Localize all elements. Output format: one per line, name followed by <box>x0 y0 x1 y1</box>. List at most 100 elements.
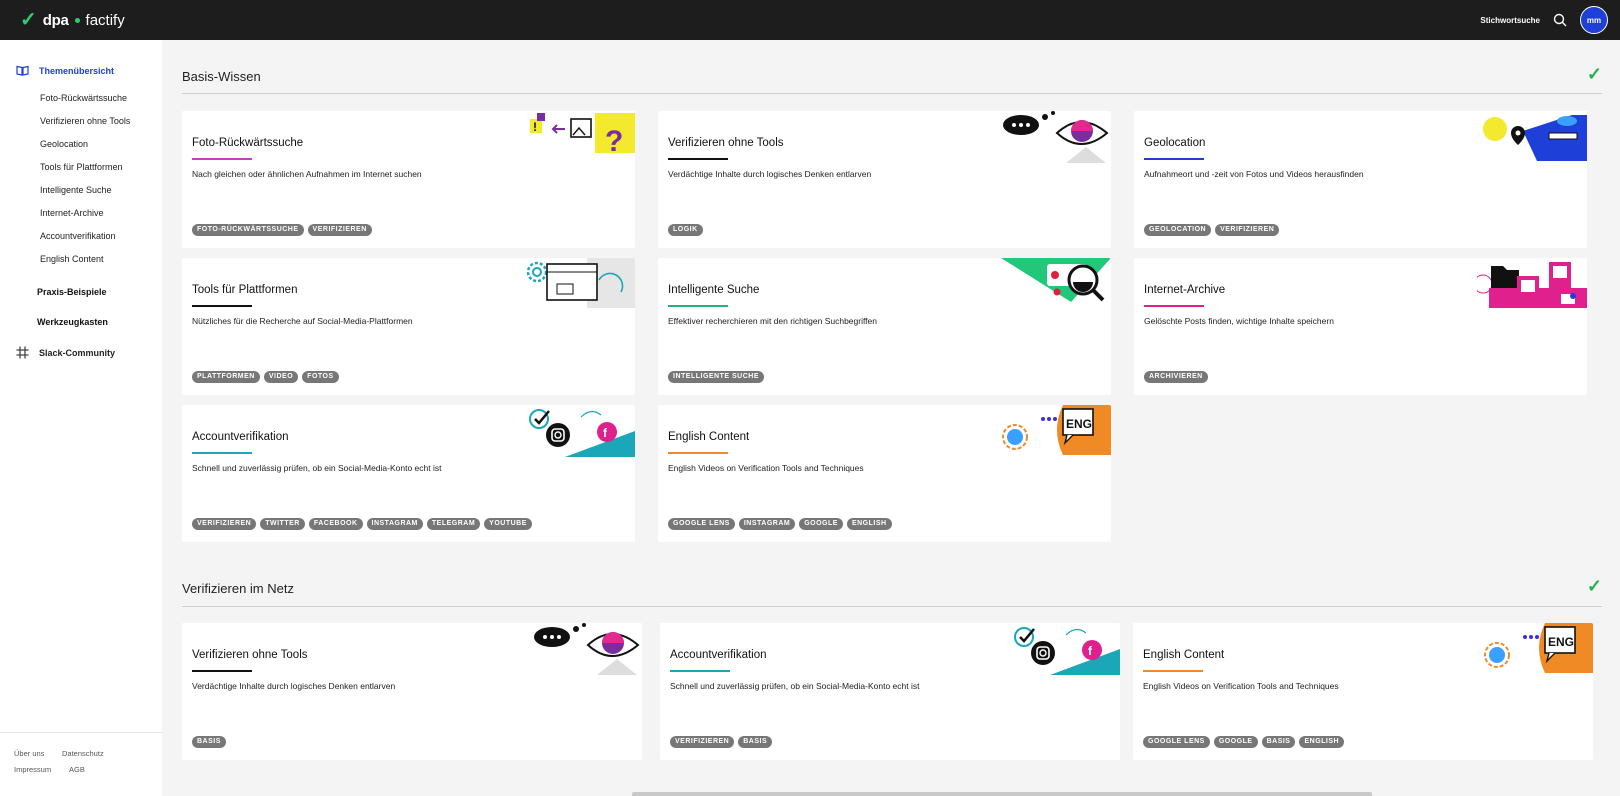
card-tags: INTELLIGENTE SUCHE <box>668 371 765 383</box>
tag-badge[interactable]: VIDEO <box>263 371 299 383</box>
tag-badge[interactable]: VERIFIZIEREN <box>307 224 372 236</box>
card-title: English Content <box>668 431 750 443</box>
card-tags: GOOGLE LENS INSTAGRAM GOOGLE ENGLISH <box>668 518 892 530</box>
top-bar: ✓ dpa factify Stichwortsuche mm <box>0 0 1620 40</box>
topic-card[interactable]: f Accountverifikation Schnell und zuverläs… <box>182 405 635 542</box>
sidebar-item-werkzeugkasten[interactable]: Werkzeugkasten <box>0 311 124 333</box>
tag-badge[interactable]: GOOGLE LENS <box>1143 736 1210 748</box>
tag-badge[interactable]: ARCHIVIEREN <box>1144 371 1208 383</box>
tag-badge[interactable]: FOTOS <box>302 371 339 383</box>
card-description: Schnell und zuverlässig prüfen, ob ein S… <box>670 681 920 691</box>
sidebar-subitem-tools-fuer-plattformen[interactable]: Tools für Plattformen <box>40 162 123 172</box>
sidebar-item-label: Praxis-Beispiele <box>37 287 107 297</box>
tag-badge[interactable]: GOOGLE <box>1213 736 1258 748</box>
tag-badge[interactable]: LOGIK <box>668 224 703 236</box>
sidebar-subitem-foto-rueckwaertssuche[interactable]: Foto-Rückwärtssuche <box>40 93 127 103</box>
tag-badge[interactable]: ENGLISH <box>1299 736 1345 748</box>
footer-link-impressum[interactable]: Impressum <box>14 765 51 774</box>
tag-badge[interactable]: FACEBOOK <box>308 518 363 530</box>
keyword-search-button[interactable]: Stichwortsuche <box>1480 16 1540 25</box>
tag-badge[interactable]: ENGLISH <box>846 518 892 530</box>
topic-card[interactable]: Geolocation Aufnahmeort und -zeit von Fot… <box>1134 111 1587 248</box>
card-title-underline <box>192 452 252 454</box>
card-title: Intelligente Suche <box>668 284 760 296</box>
tag-badge[interactable]: GOOGLE <box>799 518 843 530</box>
tag-badge[interactable]: VERIFIZIEREN <box>1215 224 1280 236</box>
instagram-icon: f <box>525 405 635 465</box>
sidebar-item-praxis-beispiele[interactable]: Praxis-Beispiele <box>0 281 123 303</box>
card-title: Internet-Archive <box>1144 284 1226 296</box>
sidebar-subitem-english-content[interactable]: English Content <box>40 254 104 264</box>
sidebar-subitem-accountverifikation[interactable]: Accountverifikation <box>40 231 116 241</box>
eng-speech-icon: ENG <box>1001 405 1111 465</box>
logo-factify-text: factify <box>85 11 125 29</box>
tag-badge[interactable]: GOOGLE LENS <box>668 518 735 530</box>
topic-card[interactable]: Intelligente Suche Effektiver recherchier… <box>658 258 1111 395</box>
tag-badge[interactable]: INSTAGRAM <box>366 518 423 530</box>
tag-badge[interactable]: VERIFIZIEREN <box>670 736 735 748</box>
card-description: Schnell und zuverlässig prüfen, ob ein S… <box>192 463 442 473</box>
sidebar-subitem-verifizieren-ohne-tools[interactable]: Verifizieren ohne Tools <box>40 116 130 126</box>
footer-link-agb[interactable]: AGB <box>69 765 85 774</box>
search-icon[interactable] <box>1552 12 1568 28</box>
topic-card[interactable]: ENG English Content English Videos on Veri… <box>658 405 1111 542</box>
magnifier-icon <box>1001 258 1111 318</box>
card-tags: BASIS <box>192 736 226 748</box>
topic-card[interactable]: !? Foto-Rückwärtssuche Nach gleichen oder … <box>182 111 635 248</box>
card-description: Verdächtige Inhalte durch logisches Denk… <box>192 681 396 691</box>
topic-card[interactable]: f Accountverifikation Schnell und zuverläs… <box>660 623 1120 760</box>
main-content: Basis-Wissen ✓ Verifizieren im Netz ✓ !?… <box>162 40 1620 796</box>
card-title: English Content <box>1143 649 1225 661</box>
card-title-underline <box>1144 305 1204 307</box>
card-title-underline <box>192 305 252 307</box>
tag-badge[interactable]: GEOLOCATION <box>1144 224 1212 236</box>
card-title: Accountverifikation <box>192 431 289 443</box>
footer-link-datenschutz[interactable]: Datenschutz <box>62 749 104 758</box>
card-title-underline <box>668 158 728 160</box>
tag-badge[interactable]: BASIS <box>738 736 773 748</box>
section-divider <box>182 93 1602 94</box>
card-title-underline <box>668 305 728 307</box>
tag-badge[interactable]: BASIS <box>192 736 226 748</box>
card-description: Gelöschte Posts finden, wichtige Inhalte… <box>1144 316 1334 326</box>
horizontal-scrollbar[interactable] <box>632 792 1372 796</box>
tag-badge[interactable]: PLATTFORMEN <box>192 371 260 383</box>
tag-badge[interactable]: YOUTUBE <box>484 518 532 530</box>
tag-badge[interactable]: VERIFIZIEREN <box>192 518 257 530</box>
card-description: Effektiver recherchieren mit den richtig… <box>668 316 877 326</box>
card-title-underline <box>192 158 252 160</box>
tag-badge[interactable]: TWITTER <box>260 518 305 530</box>
tag-badge[interactable]: BASIS <box>1261 736 1296 748</box>
dpa-factify-logo[interactable]: ✓ dpa factify <box>20 10 125 30</box>
sidebar-item-themenuebersicht[interactable]: Themenübersicht <box>0 60 130 82</box>
topic-card[interactable]: Verifizieren ohne Tools Verdächtige Inhal… <box>182 623 642 760</box>
sidebar-subitem-geolocation[interactable]: Geolocation <box>40 139 88 149</box>
eye-icon <box>1001 111 1111 171</box>
tag-badge[interactable]: TELEGRAM <box>426 518 481 530</box>
sidebar-footer: Über uns Datenschutz Impressum AGB <box>0 732 162 796</box>
sidebar-subitem-internet-archive[interactable]: Internet-Archive <box>40 208 104 218</box>
footer-link-ueber-uns[interactable]: Über uns <box>14 749 44 758</box>
slack-icon <box>16 345 29 361</box>
tag-badge[interactable]: INSTAGRAM <box>738 518 796 530</box>
sidebar-item-slack-community[interactable]: Slack-Community <box>0 342 131 364</box>
card-description: English Videos on Verification Tools and… <box>1143 681 1339 691</box>
tag-badge[interactable]: FOTO-RÜCKWÄRTSSUCHE <box>192 224 304 236</box>
section-title: Verifizieren im Netz <box>182 581 294 596</box>
tag-badge[interactable]: INTELLIGENTE SUCHE <box>668 371 765 383</box>
book-icon <box>16 65 29 78</box>
card-tags: FOTO-RÜCKWÄRTSSUCHE VERIFIZIEREN <box>192 224 372 236</box>
eng-speech-icon: ENG <box>1483 623 1593 683</box>
card-title: Foto-Rückwärtssuche <box>192 137 304 149</box>
topic-card[interactable]: ENG English Content English Videos on Veri… <box>1133 623 1593 760</box>
topic-card[interactable]: Verifizieren ohne Tools Verdächtige Inhal… <box>658 111 1111 248</box>
user-avatar[interactable]: mm <box>1580 6 1608 34</box>
topic-card[interactable]: Tools für Plattformen Nützliches für die … <box>182 258 635 395</box>
card-title: Verifizieren ohne Tools <box>192 649 308 661</box>
location-pin-icon <box>1477 111 1587 171</box>
card-description: Nützliches für die Recherche auf Social-… <box>192 316 413 326</box>
checkmark-icon: ✓ <box>20 9 37 31</box>
card-description: English Videos on Verification Tools and… <box>668 463 864 473</box>
sidebar-subitem-intelligente-suche[interactable]: Intelligente Suche <box>40 185 112 195</box>
topic-card[interactable]: Internet-Archive Gelöschte Posts finden, … <box>1134 258 1587 395</box>
